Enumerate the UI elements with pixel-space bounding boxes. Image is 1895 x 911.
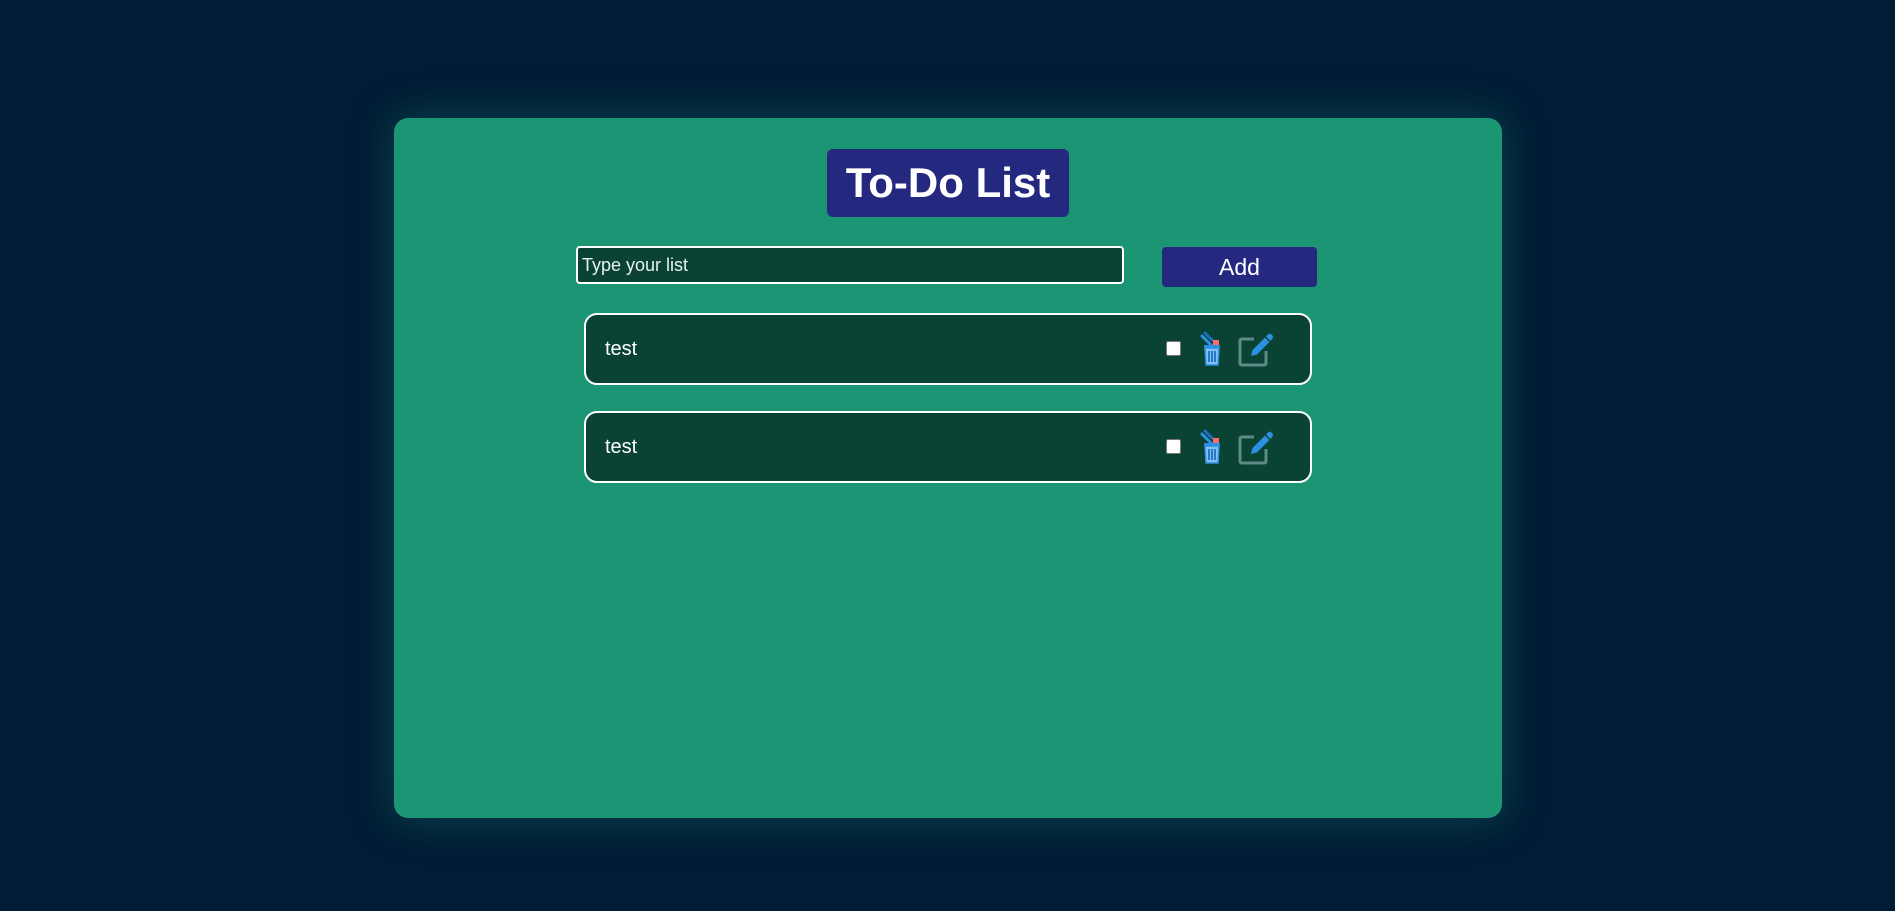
edit-button[interactable]: [1234, 329, 1274, 369]
list-item: test: [584, 313, 1312, 385]
trash-icon: [1200, 429, 1220, 464]
complete-checkbox[interactable]: [1166, 341, 1181, 356]
add-button[interactable]: Add: [1162, 247, 1317, 287]
edit-icon: [1238, 431, 1273, 465]
page-title: To-Do List: [827, 149, 1069, 217]
edit-icon: [1238, 333, 1273, 367]
delete-button[interactable]: [1192, 329, 1232, 369]
todo-input[interactable]: [576, 246, 1124, 284]
edit-button[interactable]: [1234, 427, 1274, 467]
todo-text: test: [605, 436, 638, 458]
todo-text: test: [605, 338, 638, 360]
delete-button[interactable]: [1192, 427, 1232, 467]
todo-list: test test: [584, 313, 1312, 509]
list-item: test: [584, 411, 1312, 483]
complete-checkbox[interactable]: [1166, 439, 1181, 454]
todo-card: To-Do List Add test: [394, 118, 1502, 818]
trash-icon: [1200, 331, 1220, 366]
